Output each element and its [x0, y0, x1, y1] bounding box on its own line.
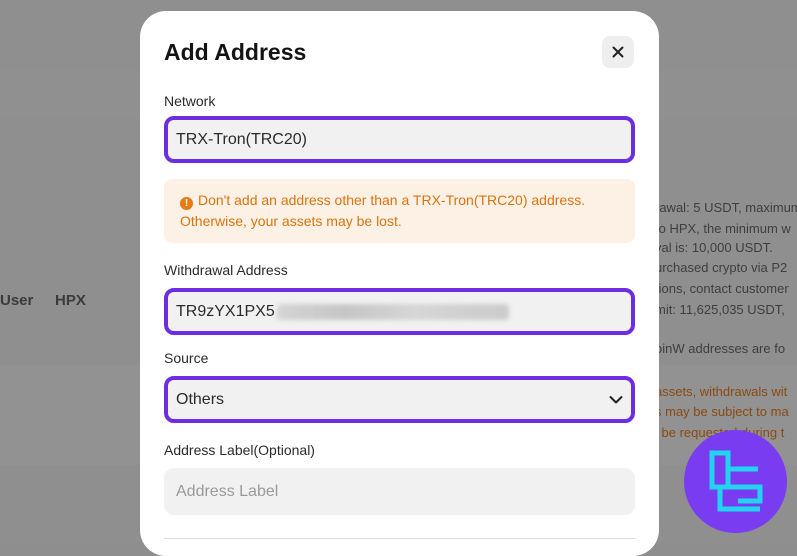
add-address-dialog: Add Address Network TRX-Tron(TRC20) ! Don… — [140, 11, 659, 556]
background-text: to HPX, the minimum w — [655, 221, 791, 236]
withdrawal-address-label: Withdrawal Address — [164, 262, 288, 278]
withdrawal-address-input[interactable]: TR9zYX1PX5 — [164, 288, 635, 335]
background-text: val is: 10,000 USDT. — [655, 240, 773, 255]
close-icon — [612, 46, 624, 58]
dialog-title: Add Address — [164, 39, 307, 65]
warning-text: Don't add an address other than a TRX-Tr… — [180, 192, 586, 229]
dialog-divider — [164, 538, 635, 539]
background-text: mit: 11,625,035 USDT, — [655, 302, 785, 317]
background-text: rawal: 5 USDT, maximum — [655, 200, 797, 215]
background-nav-hpx: HPX — [55, 292, 86, 309]
address-blur-mask — [276, 303, 509, 320]
background-text: oinW addresses are fo — [655, 341, 786, 356]
address-label-input[interactable]: Address Label — [164, 468, 635, 515]
logo-icon — [709, 450, 762, 511]
withdrawal-address-value: TR9zYX1PX5 — [176, 302, 275, 320]
source-value: Others — [176, 390, 225, 408]
close-button[interactable] — [602, 36, 634, 68]
warning-icon: ! — [180, 197, 193, 210]
background-text: urchased crypto via P2 — [655, 260, 788, 275]
chevron-down-icon — [609, 395, 623, 403]
network-value: TRX-Tron(TRC20) — [176, 130, 307, 148]
address-label-label: Address Label(Optional) — [164, 442, 315, 458]
background-warning-text: assets, withdrawals wit — [655, 384, 788, 399]
source-select[interactable]: Others — [164, 376, 635, 423]
network-select[interactable]: TRX-Tron(TRC20) — [164, 116, 635, 163]
address-label-placeholder: Address Label — [176, 482, 279, 500]
network-label: Network — [164, 93, 216, 109]
background-warning-text: s may be subject to ma — [655, 404, 789, 419]
background-text: tions, contact customer — [655, 281, 789, 296]
watermark-logo — [684, 430, 787, 533]
source-label: Source — [164, 350, 209, 366]
network-warning: ! Don't add an address other than a TRX-T… — [164, 179, 635, 243]
background-nav-user: User — [0, 292, 34, 309]
